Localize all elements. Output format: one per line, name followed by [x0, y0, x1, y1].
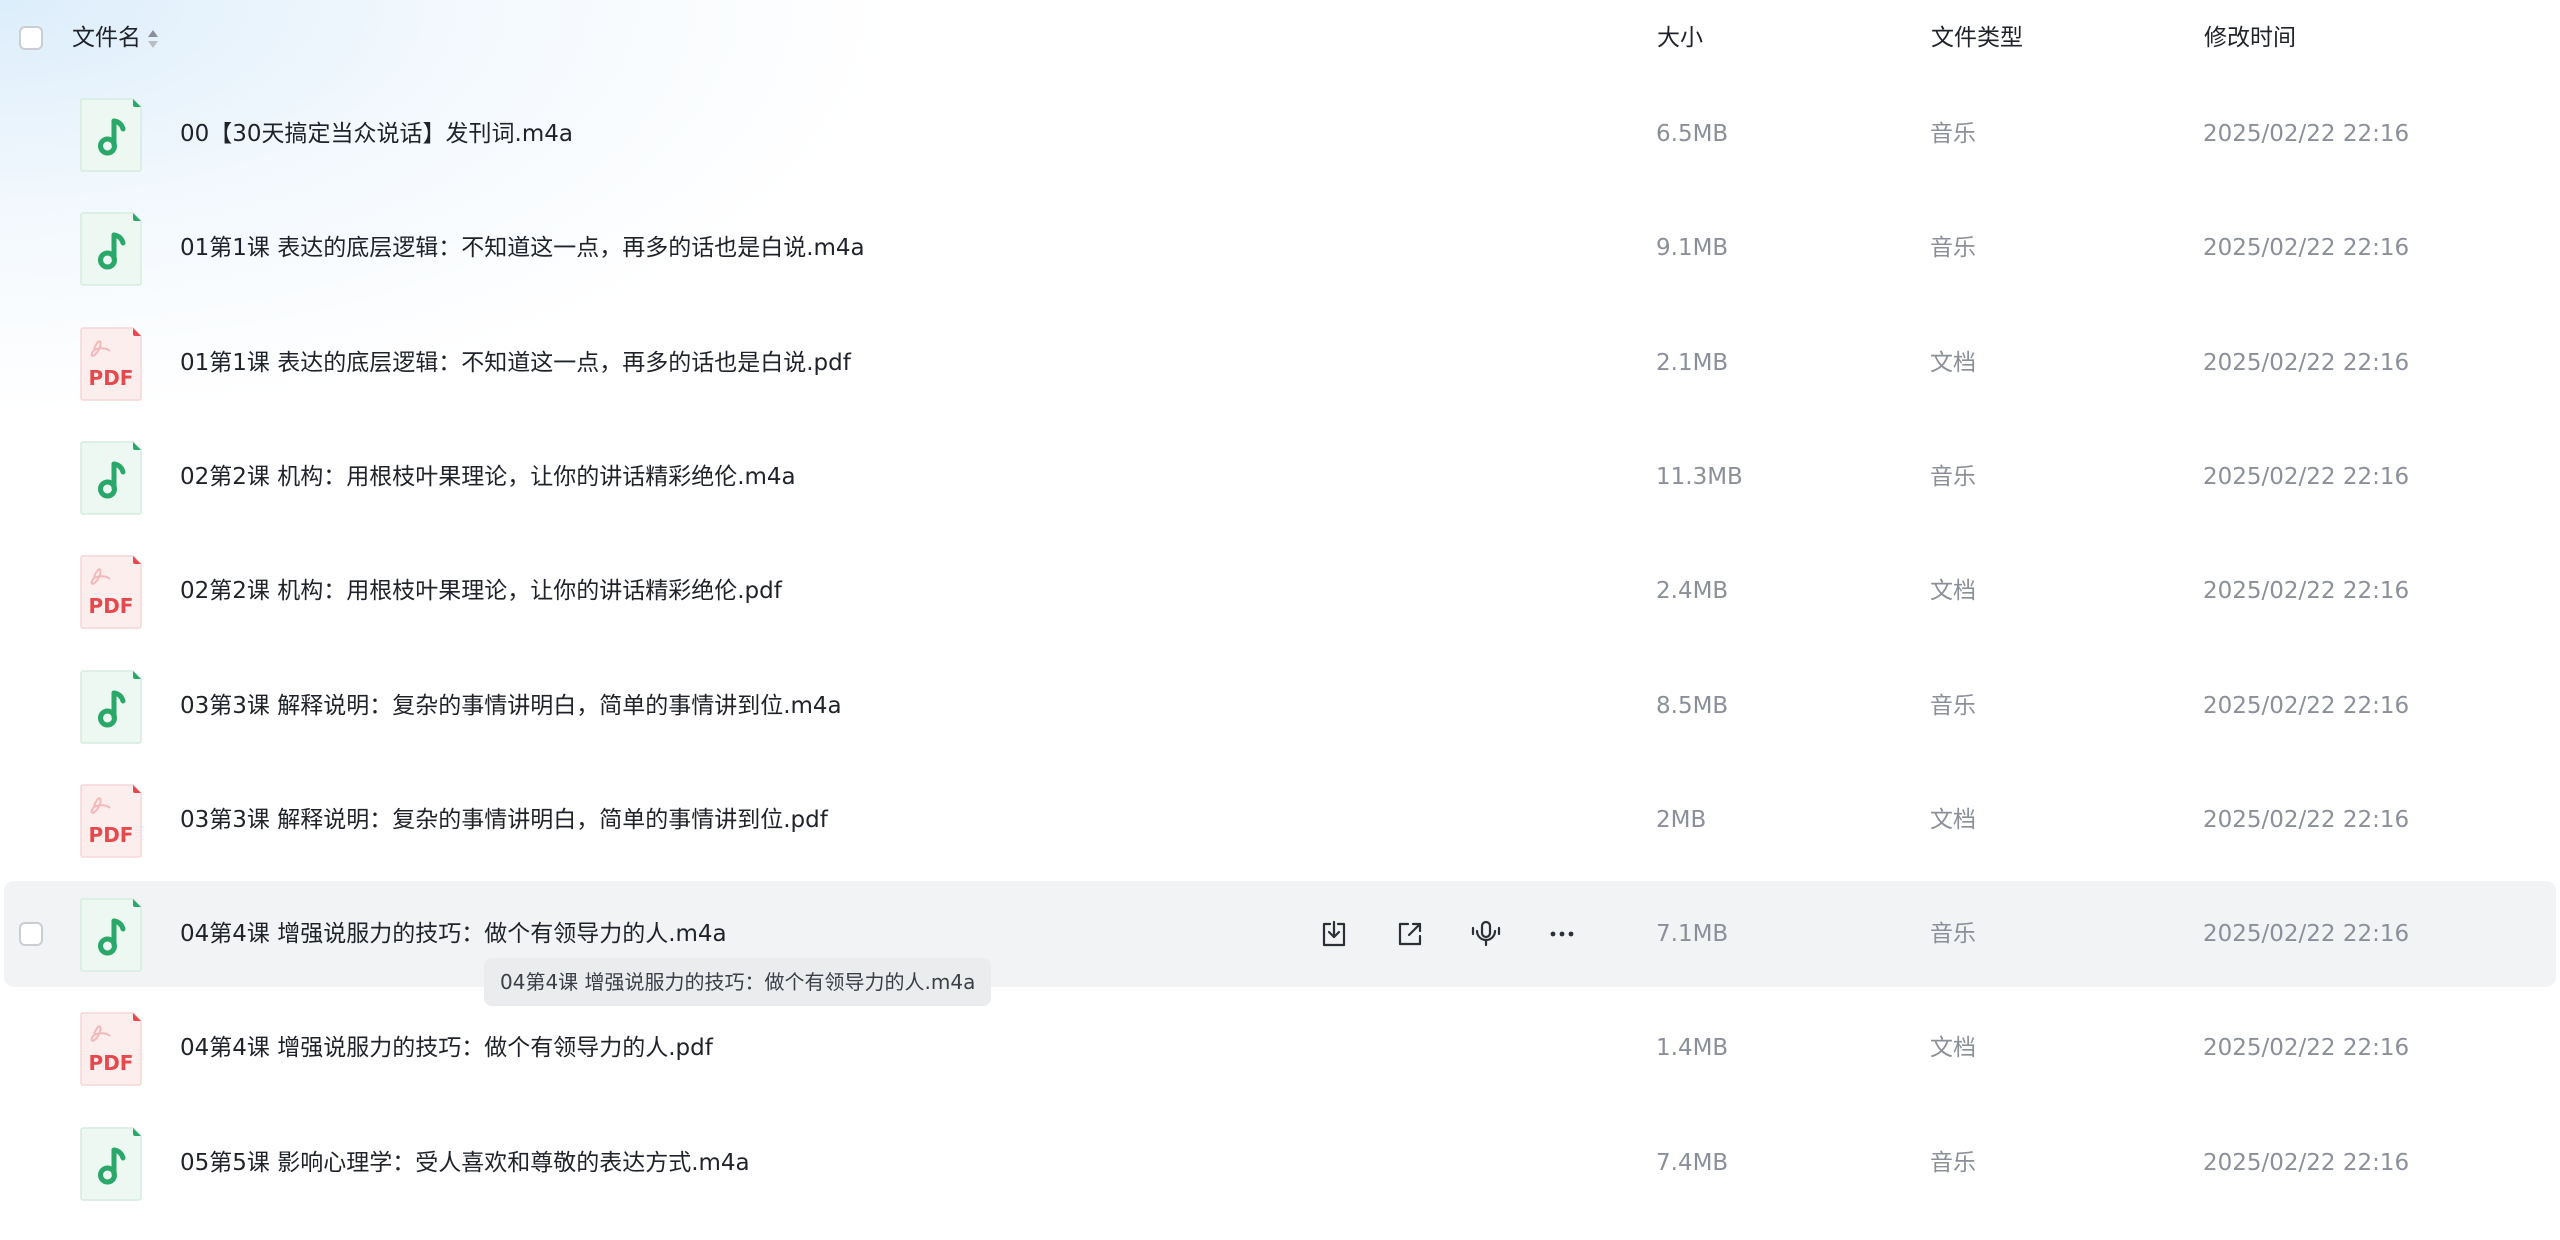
file-name[interactable]: 03第3课 解释说明：复杂的事情讲明白，简单的事情讲到位.m4a [180, 689, 842, 723]
file-size: 7.4MB [1656, 1150, 1729, 1176]
music-file-icon [80, 670, 142, 744]
file-type: 音乐 [1930, 464, 1976, 490]
file-name[interactable]: 00【30天搞定当众说话】发刊词.m4a [180, 117, 573, 151]
file-type: 音乐 [1930, 921, 1976, 947]
file-modified-time: 2025/02/22 22:16 [2203, 350, 2410, 376]
file-name[interactable]: 01第1课 表达的底层逻辑：不知道这一点，再多的话也是白说.m4a [180, 231, 865, 265]
file-row[interactable]: 03第3课 解释说明：复杂的事情讲明白，简单的事情讲到位.m4a 8.5MB 音乐 2… [4, 653, 2556, 759]
pdf-file-icon: PDF [80, 1012, 142, 1086]
file-type: 文档 [1930, 1035, 1976, 1061]
file-row[interactable]: PDF 01第1课 表达的底层逻辑：不知道这一点，再多的话也是白说.pdf 2.1M… [4, 310, 2556, 416]
svg-text:PDF: PDF [89, 823, 134, 847]
row-actions [1314, 914, 1634, 954]
file-row[interactable]: PDF 04第4课 增强说服力的技巧：做个有领导力的人.pdf 1.4MB 文档 202… [4, 995, 2556, 1101]
column-header-type[interactable]: 文件类型 [1931, 22, 2023, 54]
file-row[interactable]: 01第1课 表达的底层逻辑：不知道这一点，再多的话也是白说.m4a 9.1MB 音乐… [4, 195, 2556, 301]
svg-text:PDF: PDF [89, 594, 134, 618]
svg-text:PDF: PDF [89, 1051, 134, 1075]
music-file-icon [80, 98, 142, 172]
file-row[interactable]: 05第5课 影响心理学：受人喜欢和尊敬的表达方式.m4a 7.4MB 音乐 2025/… [4, 1110, 2556, 1216]
file-type: 音乐 [1930, 121, 1976, 147]
music-file-icon [80, 441, 142, 515]
file-row[interactable]: 02第2课 机构：用根枝叶果理论，让你的讲话精彩绝伦.m4a 11.3MB 音乐 20… [4, 424, 2556, 530]
file-modified-time: 2025/02/22 22:16 [2203, 235, 2410, 261]
file-size: 2.1MB [1656, 350, 1729, 376]
file-type: 文档 [1930, 578, 1976, 604]
file-size: 2.4MB [1656, 578, 1729, 604]
file-size: 11.3MB [1656, 464, 1743, 490]
file-modified-time: 2025/02/22 22:16 [2203, 464, 2410, 490]
pdf-file-icon: PDF [80, 327, 142, 401]
file-size: 9.1MB [1656, 235, 1729, 261]
file-name[interactable]: 04第4课 增强说服力的技巧：做个有领导力的人.pdf [180, 1031, 713, 1065]
row-checkbox[interactable] [19, 922, 43, 946]
file-row[interactable]: 00【30天搞定当众说话】发刊词.m4a 6.5MB 音乐 2025/02/22 22… [4, 81, 2556, 187]
file-modified-time: 2025/02/22 22:16 [2203, 921, 2410, 947]
file-row[interactable]: PDF 02第2课 机构：用根枝叶果理论，让你的讲话精彩绝伦.pdf 2.4MB 文档… [4, 538, 2556, 644]
file-type: 文档 [1930, 350, 1976, 376]
share-icon[interactable] [1390, 914, 1430, 954]
column-header-name[interactable]: 文件名 [72, 22, 141, 54]
file-name[interactable]: 02第2课 机构：用根枝叶果理论，让你的讲话精彩绝伦.pdf [180, 574, 782, 608]
file-modified-time: 2025/02/22 22:16 [2203, 1150, 2410, 1176]
file-size: 7.1MB [1656, 921, 1729, 947]
download-icon[interactable] [1314, 914, 1354, 954]
file-size: 2MB [1656, 807, 1707, 833]
file-modified-time: 2025/02/22 22:16 [2203, 693, 2410, 719]
file-name[interactable]: 03第3课 解释说明：复杂的事情讲明白，简单的事情讲到位.pdf [180, 803, 828, 837]
file-list: 文件名 大小 文件类型 修改时间 00【30天搞定当众说话】发刊词.m4a 6.5… [0, 0, 2560, 1240]
file-row[interactable]: PDF 03第3课 解释说明：复杂的事情讲明白，简单的事情讲到位.pdf 2MB 文档… [4, 767, 2556, 873]
pdf-file-icon: PDF [80, 555, 142, 629]
file-name[interactable]: 04第4课 增强说服力的技巧：做个有领导力的人.m4a [180, 917, 727, 951]
file-size: 8.5MB [1656, 693, 1729, 719]
filename-tooltip: 04第4课 增强说服力的技巧：做个有领导力的人.m4a [484, 958, 992, 1006]
pdf-file-icon: PDF [80, 784, 142, 858]
file-type: 文档 [1930, 807, 1976, 833]
file-type: 音乐 [1930, 1150, 1976, 1176]
music-file-icon [80, 1127, 142, 1201]
file-size: 6.5MB [1656, 121, 1729, 147]
file-modified-time: 2025/02/22 22:16 [2203, 1035, 2410, 1061]
music-file-icon [80, 898, 142, 972]
file-list-header: 文件名 大小 文件类型 修改时间 [0, 0, 2560, 78]
select-all-checkbox[interactable] [19, 26, 43, 50]
file-name[interactable]: 01第1课 表达的底层逻辑：不知道这一点，再多的话也是白说.pdf [180, 346, 851, 380]
column-header-mtime[interactable]: 修改时间 [2204, 22, 2296, 54]
file-size: 1.4MB [1656, 1035, 1729, 1061]
sort-icon[interactable] [146, 27, 160, 51]
file-modified-time: 2025/02/22 22:16 [2203, 121, 2410, 147]
file-type: 音乐 [1930, 235, 1976, 261]
file-type: 音乐 [1930, 693, 1976, 719]
microphone-icon[interactable] [1466, 914, 1506, 954]
svg-text:PDF: PDF [89, 366, 134, 390]
file-row[interactable]: 04第4课 增强说服力的技巧：做个有领导力的人.m4a 7.1MB 音乐 2025/0… [4, 881, 2556, 987]
column-header-size[interactable]: 大小 [1657, 22, 1703, 54]
file-modified-time: 2025/02/22 22:16 [2203, 807, 2410, 833]
file-modified-time: 2025/02/22 22:16 [2203, 578, 2410, 604]
file-name[interactable]: 05第5课 影响心理学：受人喜欢和尊敬的表达方式.m4a [180, 1146, 750, 1180]
file-name[interactable]: 02第2课 机构：用根枝叶果理论，让你的讲话精彩绝伦.m4a [180, 460, 796, 494]
more-icon[interactable] [1542, 914, 1582, 954]
music-file-icon [80, 212, 142, 286]
